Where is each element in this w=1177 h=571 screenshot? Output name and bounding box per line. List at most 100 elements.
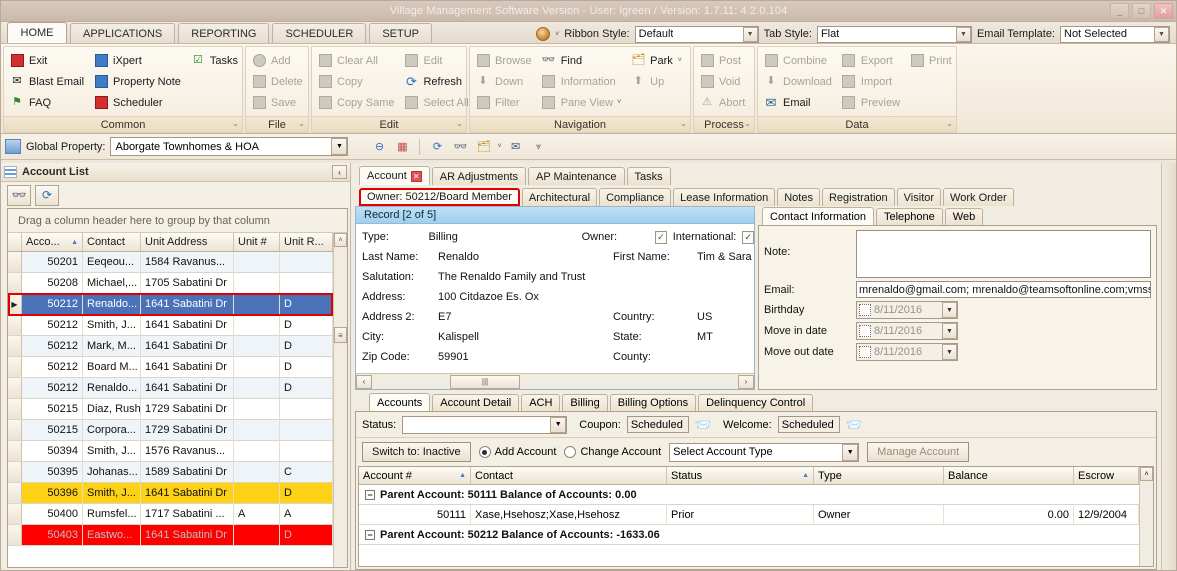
ribbon-item-find[interactable]: 👓 Find — [540, 50, 629, 71]
ribbon-item-copy[interactable]: Copy — [316, 71, 402, 92]
ribbon-item-select-all[interactable]: Select All — [402, 92, 476, 113]
refresh-icon[interactable]: ⟳ — [35, 184, 59, 206]
ribbon-item-blast-email[interactable]: ✉ Blast Email — [8, 71, 92, 92]
table-row[interactable]: 50208 Michael,... 1705 Sabatini Dr — [8, 273, 333, 294]
dialog-launcher-icon[interactable]: ⌄ — [744, 119, 751, 128]
table-row[interactable]: 50400 Rumsfel... 1717 Sabatini ... A A — [8, 504, 333, 525]
status-select[interactable]: ▼ — [402, 415, 568, 434]
doc-tab-ap-maintenance[interactable]: AP Maintenance — [528, 167, 625, 185]
scroll-right-button[interactable]: › — [738, 374, 754, 389]
ribbon-item-edit[interactable]: Edit — [402, 50, 476, 71]
collapse-group-icon[interactable]: − — [365, 529, 375, 540]
dialog-launcher-icon[interactable]: ⌄ — [680, 119, 687, 128]
accounts-tab-ach[interactable]: ACH — [521, 394, 561, 411]
ribbon-item-import[interactable]: Import — [840, 71, 908, 92]
manage-account-button[interactable]: Manage Account — [867, 442, 970, 462]
overflow-chevron-icon[interactable]: ⩔ — [530, 138, 548, 156]
tab-scheduler[interactable]: SCHEDULER — [272, 23, 367, 43]
chevron-down-icon[interactable]: ▼ — [331, 138, 348, 155]
ribbon-item-browse[interactable]: Browse — [474, 50, 540, 71]
section-tab-work-order[interactable]: Work Order — [943, 188, 1014, 206]
scroll-thumb[interactable]: ≡ — [334, 327, 347, 343]
section-tab-registration[interactable]: Registration — [821, 188, 895, 206]
column-header-unit-r[interactable]: Unit R... — [280, 233, 333, 251]
table-row[interactable]: 50215 Diaz, Rush 1729 Sabatini Dr — [8, 399, 333, 420]
group-row[interactable]: − Parent Account: 50212 Balance of Accoun… — [359, 525, 1139, 545]
birthday-date-picker[interactable]: 8/11/2016 ▼ — [856, 301, 958, 319]
find-binoculars-icon[interactable]: 👓 — [451, 138, 469, 156]
calendar-icon[interactable]: ▦ — [393, 138, 411, 156]
table-row[interactable]: 50212 Mark, M... 1641 Sabatini Dr D — [8, 336, 333, 357]
dialog-launcher-icon[interactable]: ⌄ — [232, 119, 239, 128]
table-row[interactable]: 50212 Smith, J... 1641 Sabatini Dr D — [8, 315, 333, 336]
table-row[interactable]: 50212 Board M... 1641 Sabatini Dr D — [8, 357, 333, 378]
move-in-date-picker[interactable]: 8/11/2016 ▼ — [856, 322, 958, 340]
note-textarea[interactable] — [856, 230, 1151, 278]
table-row[interactable]: ▶ 50212 Renaldo... 1641 Sabatini Dr D — [8, 294, 333, 315]
tab-applications[interactable]: APPLICATIONS — [70, 23, 176, 43]
global-property-select[interactable]: Aborgate Townhomes & HOA ▼ — [110, 137, 349, 156]
change-account-radio[interactable]: Change Account — [564, 446, 661, 458]
app-orb-icon[interactable] — [536, 27, 551, 41]
section-tab-architectural[interactable]: Architectural — [521, 188, 598, 206]
accounts-tab-accounts[interactable]: Accounts — [369, 393, 431, 411]
tab-reporting[interactable]: REPORTING — [178, 23, 270, 43]
ribbon-item-preview[interactable]: Preview — [840, 92, 908, 113]
column-header-unit-address[interactable]: Unit Address — [141, 233, 234, 251]
doc-tab-account[interactable]: Account ✕ — [359, 166, 430, 185]
column-header-escrow[interactable]: Escrow — [1074, 467, 1139, 484]
maximize-button[interactable]: □ — [1132, 3, 1151, 19]
move-in-checkbox[interactable] — [859, 325, 871, 337]
section-tab-lease-information[interactable]: Lease Information — [673, 188, 776, 206]
scroll-left-button[interactable]: ‹ — [356, 374, 372, 389]
ribbon-item-tasks[interactable]: ☑ Tasks — [189, 50, 246, 71]
ribbon-item-property-note[interactable]: Property Note — [92, 71, 189, 92]
accounts-tab-billing[interactable]: Billing — [562, 394, 608, 411]
refresh-icon[interactable]: ⟳ — [428, 138, 446, 156]
dialog-launcher-icon[interactable]: ⌄ — [456, 119, 463, 128]
accounts-tab-billing-options[interactable]: Billing Options — [609, 394, 697, 411]
international-checkbox[interactable]: ✓ — [742, 230, 754, 244]
ribbon-item-save[interactable]: Save — [250, 92, 311, 113]
remove-filter-icon[interactable]: ⊖ — [370, 138, 388, 156]
hscroll-thumb[interactable]: ||| — [450, 374, 520, 389]
orb-chevron-down-icon[interactable]: ˅ — [555, 31, 559, 38]
tab-setup[interactable]: SETUP — [369, 23, 433, 43]
minimize-button[interactable]: _ — [1110, 3, 1129, 19]
section-tab-compliance[interactable]: Compliance — [599, 188, 672, 206]
chevron-down-icon[interactable]: ˅ — [617, 99, 621, 106]
chevron-down-icon[interactable]: ▼ — [955, 26, 971, 42]
add-account-radio[interactable]: Add Account — [478, 446, 556, 458]
record-horizontal-scrollbar[interactable]: ‹ ||| › — [356, 373, 754, 389]
column-header-account[interactable]: Acco... ▲ — [22, 233, 83, 251]
ribbon-item-refresh[interactable]: ⟳ Refresh — [402, 71, 476, 92]
ribbon-item-ixpert[interactable]: iXpert — [92, 50, 189, 71]
chevron-down-icon[interactable]: ˅ — [497, 143, 501, 150]
section-tab-visitor[interactable]: Visitor — [896, 188, 942, 206]
owner-checkbox[interactable]: ✓ — [655, 230, 667, 244]
ribbon-item-download[interactable]: ⬇ Download — [762, 71, 840, 92]
ribbon-item-pane-view[interactable]: Pane View ˅ — [540, 92, 629, 113]
ribbon-item-export[interactable]: Export — [840, 50, 908, 71]
ribbon-item-park[interactable]: 🗂 Park ˅ — [629, 50, 690, 71]
contact-tab-contact-information[interactable]: Contact Information — [762, 207, 874, 225]
section-tab-owner[interactable]: Owner: 50212/Board Member — [359, 188, 520, 206]
table-row[interactable]: 50394 Smith, J... 1576 Ravanus... — [8, 441, 333, 462]
scroll-up-button[interactable]: ˄ — [1140, 467, 1153, 481]
column-header-status[interactable]: Status ▲ — [667, 467, 814, 484]
table-row[interactable]: 50403 Eastwo... 1641 Sabatini Dr D — [8, 525, 333, 546]
ribbon-item-down[interactable]: ⬇ Down — [474, 71, 540, 92]
email-input[interactable]: mrenaldo@gmail.com; mrenaldo@teamsoftonl… — [856, 281, 1151, 298]
ribbon-item-copy-same[interactable]: Copy Same — [316, 92, 402, 113]
section-tab-notes[interactable]: Notes — [777, 188, 820, 206]
ribbon-item-combine[interactable]: Combine — [762, 50, 840, 71]
account-list-scrollbar[interactable]: ˄ ≡ — [333, 233, 347, 567]
chevron-down-icon[interactable]: ▼ — [942, 344, 957, 360]
move-out-date-picker[interactable]: 8/11/2016 ▼ — [856, 343, 958, 361]
doc-tab-tasks[interactable]: Tasks — [626, 167, 671, 185]
column-header-account-number[interactable]: Account # ▲ — [359, 467, 471, 484]
ribbon-item-post[interactable]: Post — [698, 50, 753, 71]
tab-home[interactable]: HOME — [7, 22, 67, 43]
chevron-down-icon[interactable]: ▼ — [942, 302, 957, 318]
contact-tab-web[interactable]: Web — [944, 208, 984, 225]
